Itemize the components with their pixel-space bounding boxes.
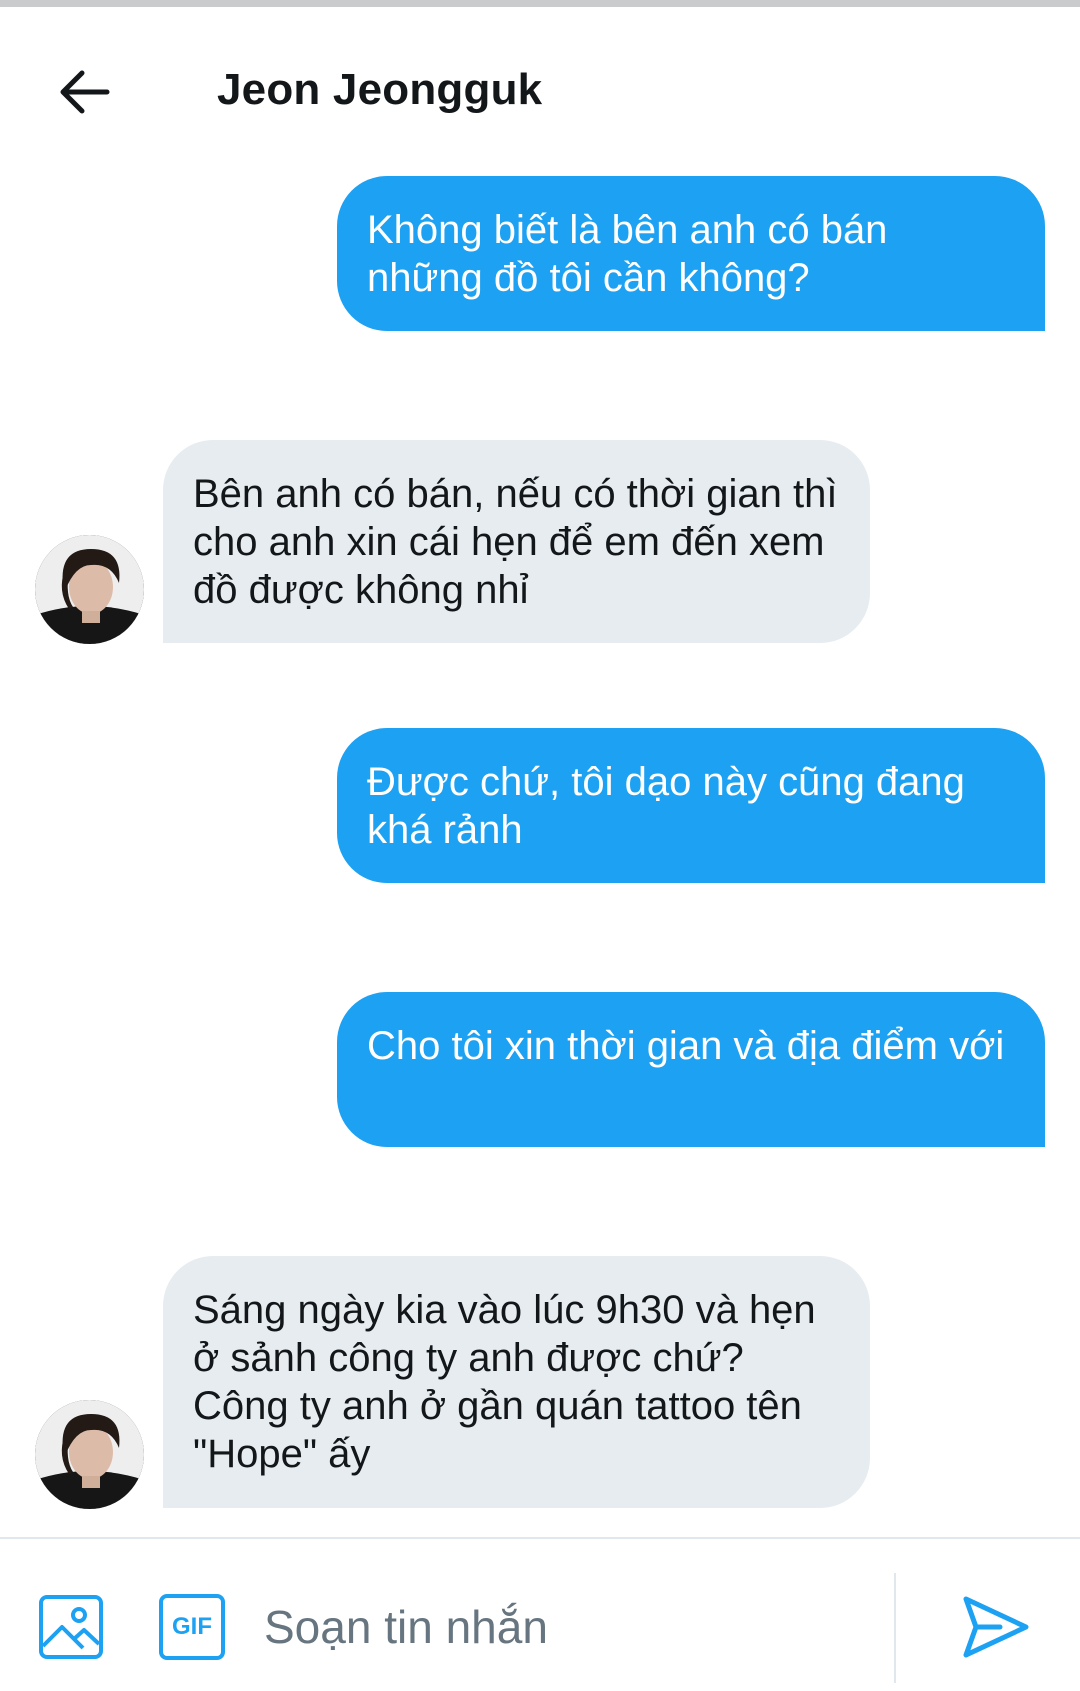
message-bubble-outgoing[interactable]: Không biết là bên anh có bán những đồ tô… bbox=[337, 176, 1045, 331]
avatar[interactable] bbox=[35, 1400, 144, 1509]
composer-separator bbox=[894, 1573, 896, 1683]
message-bubble-outgoing[interactable]: Cho tôi xin thời gian và địa điểm với bbox=[337, 992, 1045, 1147]
message-bubble-incoming[interactable]: Bên anh có bán, nếu có thời gian thì cho… bbox=[163, 440, 870, 643]
send-button[interactable] bbox=[960, 1591, 1032, 1663]
avatar[interactable] bbox=[35, 535, 144, 644]
add-gif-button[interactable]: GIF bbox=[159, 1594, 225, 1660]
image-icon bbox=[38, 1595, 104, 1664]
message-input[interactable] bbox=[264, 1584, 884, 1670]
top-edge bbox=[0, 0, 1080, 7]
arrow-left-icon bbox=[58, 70, 110, 119]
message-bubble-incoming[interactable]: Sáng ngày kia vào lúc 9h30 và hẹn ở sảnh… bbox=[163, 1256, 870, 1508]
message-composer: GIF bbox=[0, 1539, 1080, 1691]
add-image-button[interactable] bbox=[38, 1594, 104, 1660]
conversation-header: Jeon Jeongguk bbox=[0, 7, 1080, 177]
gif-label: GIF bbox=[172, 1613, 212, 1640]
message-bubble-outgoing[interactable]: Được chứ, tôi dạo này cũng đang khá rảnh bbox=[337, 728, 1045, 883]
back-button[interactable] bbox=[52, 62, 116, 126]
conversation-title: Jeon Jeongguk bbox=[217, 65, 543, 114]
send-icon bbox=[960, 1596, 1032, 1667]
